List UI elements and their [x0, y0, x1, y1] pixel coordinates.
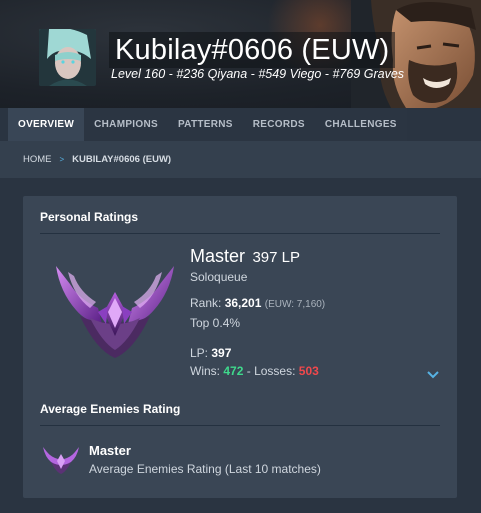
breadcrumb-bar: HOME > KUBILAY#0606 (EUW) — [0, 141, 481, 178]
ladder-rank: Rank: 36,201 (EUW: 7,160) — [190, 296, 325, 310]
section-divider — [40, 233, 440, 234]
summoner-name: Kubilay#0606 (EUW) — [115, 33, 390, 66]
summoner-level-and-ranks: Level 160 - #236 Qiyana - #549 Viego - #… — [111, 67, 405, 81]
personal-ratings-title: Personal Ratings — [40, 210, 139, 224]
record-separator: - — [246, 364, 251, 378]
rank-tier-heading: Master 397 LP — [190, 246, 300, 267]
summoner-name-box: Kubilay#0606 (EUW) — [109, 32, 396, 68]
profile-tabs: OVERVIEW CHAMPIONS PATTERNS RECORDS CHAL… — [8, 108, 407, 141]
tab-records[interactable]: RECORDS — [243, 108, 315, 141]
average-enemies-title: Average Enemies Rating — [40, 402, 181, 416]
master-emblem-small-icon — [43, 447, 79, 474]
master-emblem-icon — [56, 266, 174, 358]
wins-value: 472 — [223, 364, 244, 378]
losses-label: Losses: — [254, 364, 296, 378]
section-divider-2 — [40, 425, 440, 426]
rank-region: (EUW: 7,160) — [264, 299, 326, 310]
average-enemies-tier: Master — [89, 443, 131, 458]
queue-type: Soloqueue — [190, 270, 248, 284]
lp-label: LP: — [190, 346, 209, 360]
tab-champions[interactable]: CHAMPIONS — [84, 108, 168, 141]
tab-patterns[interactable]: PATTERNS — [168, 108, 243, 141]
breadcrumb-current: KUBILAY#0606 (EUW) — [72, 154, 172, 165]
wins-label: Wins: — [190, 364, 220, 378]
profile-header: Kubilay#0606 (EUW) Level 160 - #236 Qiya… — [0, 0, 481, 108]
tab-overview[interactable]: OVERVIEW — [8, 108, 85, 141]
average-enemies-description: Average Enemies Rating (Last 10 matches) — [89, 462, 321, 476]
tab-challenges[interactable]: CHALLENGES — [315, 108, 407, 141]
breadcrumb-home-link[interactable]: HOME — [23, 154, 52, 165]
top-percentile: Top 0.4% — [190, 316, 241, 330]
breadcrumb: HOME > KUBILAY#0606 (EUW) — [23, 154, 171, 165]
losses-value: 503 — [298, 364, 319, 378]
chevron-down-icon[interactable] — [426, 370, 440, 380]
win-loss-record: Wins: 472 - Losses: 503 — [190, 364, 319, 378]
league-points: LP: 397 — [190, 346, 231, 360]
ratings-card: Personal Ratings Master 397 LP Soloqueue — [23, 196, 457, 498]
rank-tier: Master — [190, 246, 246, 266]
champion-portrait-icon — [39, 29, 96, 86]
breadcrumb-separator: > — [59, 155, 65, 164]
rank-lp: 397 LP — [252, 249, 301, 266]
rank-value: 36,201 — [224, 296, 262, 310]
rank-label: Rank: — [190, 296, 222, 310]
lp-value: 397 — [211, 346, 232, 360]
